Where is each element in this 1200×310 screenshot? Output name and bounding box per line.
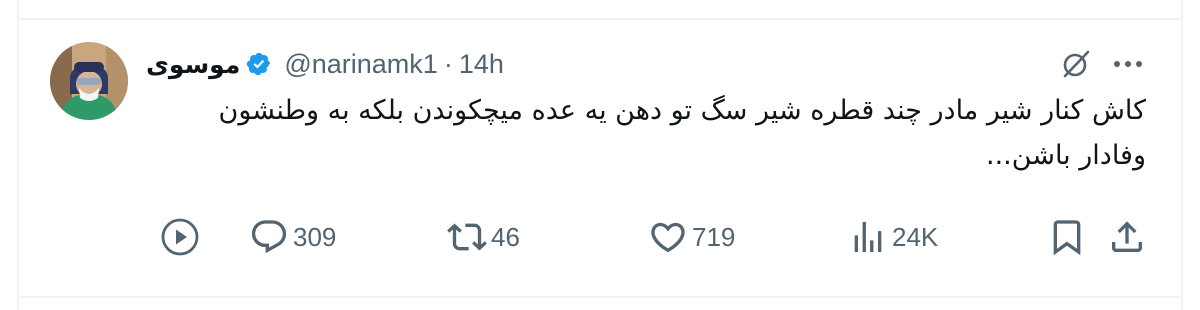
avatar[interactable]: [50, 42, 128, 120]
card-divider-top: [17, 18, 1183, 20]
author-name[interactable]: موسوی: [146, 50, 240, 79]
more-icon[interactable]: [1110, 47, 1146, 81]
heart-icon: [648, 217, 688, 257]
grok-icon[interactable]: [1059, 47, 1093, 81]
separator-dot: ·: [443, 48, 453, 79]
reply-icon: [249, 217, 289, 257]
views-button[interactable]: 24K: [848, 215, 938, 259]
card-divider-bottom: [17, 296, 1183, 298]
share-icon: [1107, 217, 1147, 257]
like-count: 719: [692, 221, 736, 252]
author-handle[interactable]: @narinamk1: [284, 49, 437, 80]
tweet-text-line: کاش کنار شیر مادر چند قطره شیر سگ تو دهن…: [218, 95, 1146, 126]
tweet-header: موسوی @narinamk1 · 14h: [146, 46, 504, 82]
reply-button[interactable]: 309: [249, 215, 336, 259]
bookmark-button[interactable]: [1047, 215, 1087, 259]
timestamp[interactable]: 14h: [459, 49, 504, 80]
view-count: 24K: [892, 221, 939, 252]
card-border-right: [1181, 0, 1183, 310]
repost-button[interactable]: 46: [447, 215, 520, 259]
views-icon: [848, 217, 888, 257]
action-bar: 309 46 719 24K: [0, 215, 1200, 259]
tweet-text: کاش کنار شیر مادر چند قطره شیر سگ تو دهن…: [146, 88, 1146, 178]
tweet-text-line: وفادار باشن...: [986, 140, 1146, 171]
play-circle-icon: [160, 217, 200, 257]
like-button[interactable]: 719: [648, 215, 735, 259]
bookmark-icon: [1047, 217, 1087, 257]
repost-icon: [447, 217, 487, 257]
play-button[interactable]: [160, 215, 200, 259]
share-button[interactable]: [1107, 215, 1147, 259]
repost-count: 46: [491, 221, 520, 252]
card-border-left: [17, 0, 19, 310]
reply-count: 309: [293, 221, 337, 252]
verified-badge-icon: [246, 51, 272, 77]
